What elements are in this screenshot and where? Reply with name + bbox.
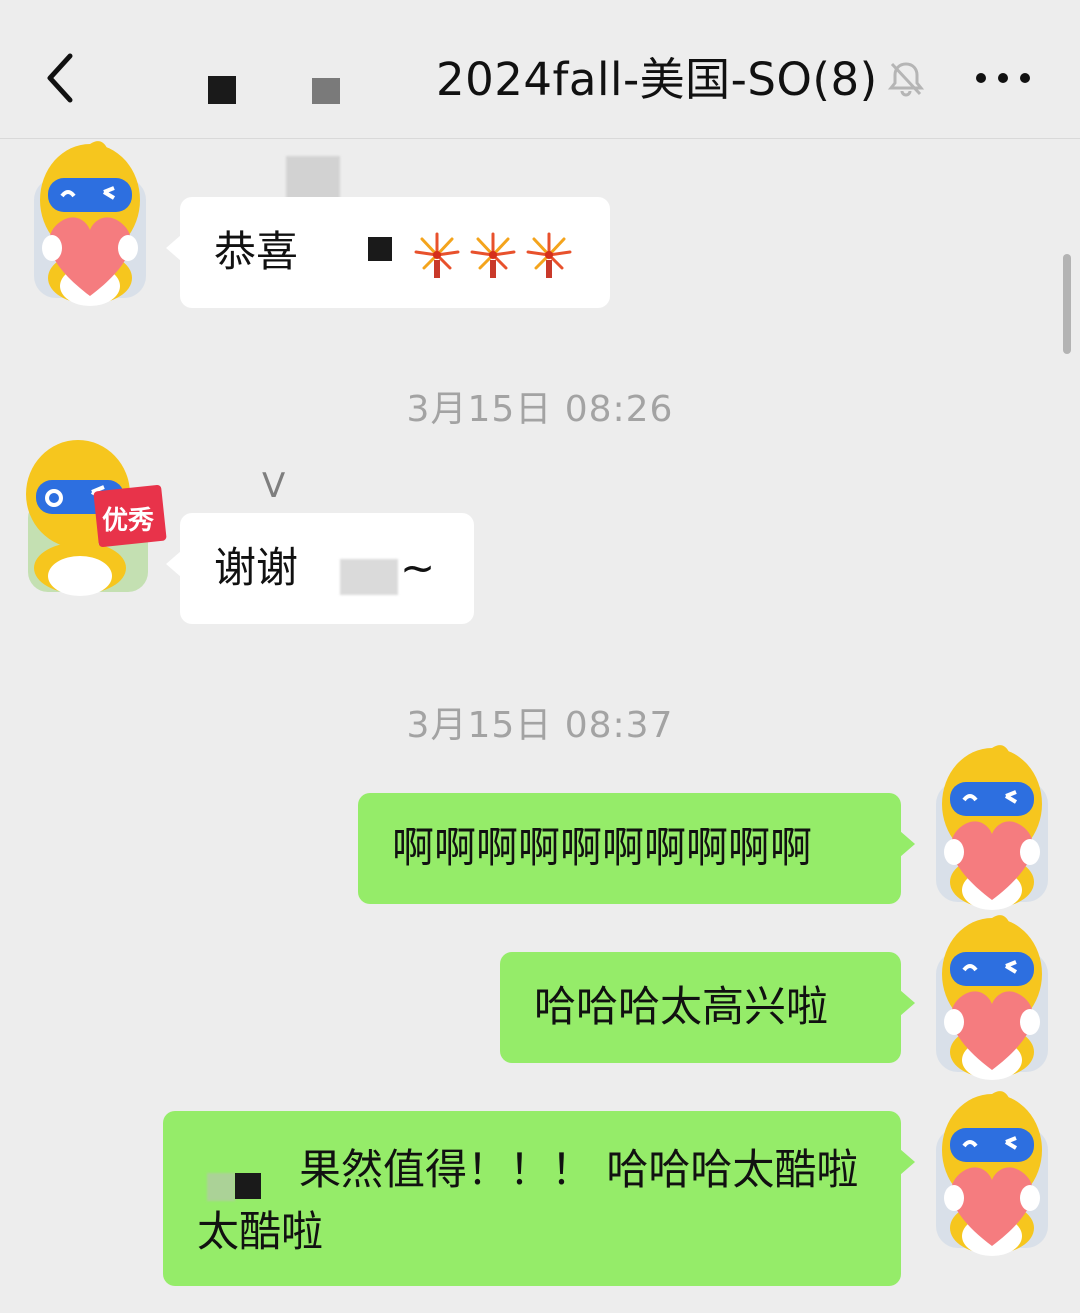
chevron-left-icon[interactable] bbox=[38, 48, 88, 108]
chat-header: 2024fall-美国-SO(8) bbox=[0, 0, 1080, 139]
redacted-block bbox=[235, 1173, 261, 1199]
chat-title: 2024fall-美国-SO(8) bbox=[436, 53, 878, 106]
dot bbox=[998, 73, 1008, 83]
message-text: 哈哈哈太高兴啦 bbox=[534, 982, 829, 1031]
avatar[interactable] bbox=[932, 742, 1052, 912]
sender-name: V bbox=[262, 466, 286, 506]
message-bubble-incoming[interactable]: 恭喜 bbox=[166, 197, 610, 308]
fireworks-icon bbox=[412, 230, 462, 280]
dot bbox=[976, 73, 986, 83]
redacted-block bbox=[208, 76, 236, 104]
redacted-block bbox=[340, 559, 398, 595]
more-options-button[interactable] bbox=[972, 56, 1034, 100]
message-text-line-1: 果然值得！！！ 哈哈哈太酷啦 bbox=[299, 1145, 859, 1194]
message-bubble-outgoing[interactable]: 哈哈哈太高兴啦 bbox=[500, 952, 915, 1063]
message-timestamp: 3月15日 08:37 bbox=[406, 705, 674, 746]
bell-off-icon bbox=[887, 62, 925, 97]
message-bubble-outgoing[interactable]: 啊啊啊啊啊啊啊啊啊啊 bbox=[358, 793, 915, 904]
scrollbar[interactable] bbox=[1063, 254, 1071, 354]
fireworks-emoji-group bbox=[406, 227, 574, 280]
message-text: 啊啊啊啊啊啊啊啊啊啊 bbox=[392, 823, 813, 872]
fireworks-icon bbox=[468, 230, 518, 280]
message-text: 谢谢 bbox=[214, 543, 299, 592]
message-bubble-incoming[interactable]: 谢谢 ~ bbox=[166, 513, 474, 624]
message-text-line-2: 太酷啦 bbox=[197, 1207, 324, 1256]
message-timestamp: 3月15日 08:26 bbox=[406, 389, 674, 430]
avatar[interactable] bbox=[932, 912, 1052, 1082]
avatar[interactable] bbox=[30, 138, 150, 308]
redacted-block bbox=[207, 1173, 235, 1201]
fireworks-icon bbox=[524, 230, 574, 280]
redacted-block bbox=[368, 237, 392, 261]
dot bbox=[1020, 73, 1030, 83]
message-bubble-outgoing[interactable]: 果然值得！！！ 哈哈哈太酷啦 太酷啦 bbox=[163, 1111, 915, 1286]
avatar[interactable] bbox=[932, 1088, 1052, 1258]
message-text: 恭喜 bbox=[214, 227, 299, 276]
avatar-badge: 优秀 bbox=[102, 506, 155, 536]
message-text: ~ bbox=[400, 543, 436, 592]
redacted-block bbox=[312, 78, 340, 104]
